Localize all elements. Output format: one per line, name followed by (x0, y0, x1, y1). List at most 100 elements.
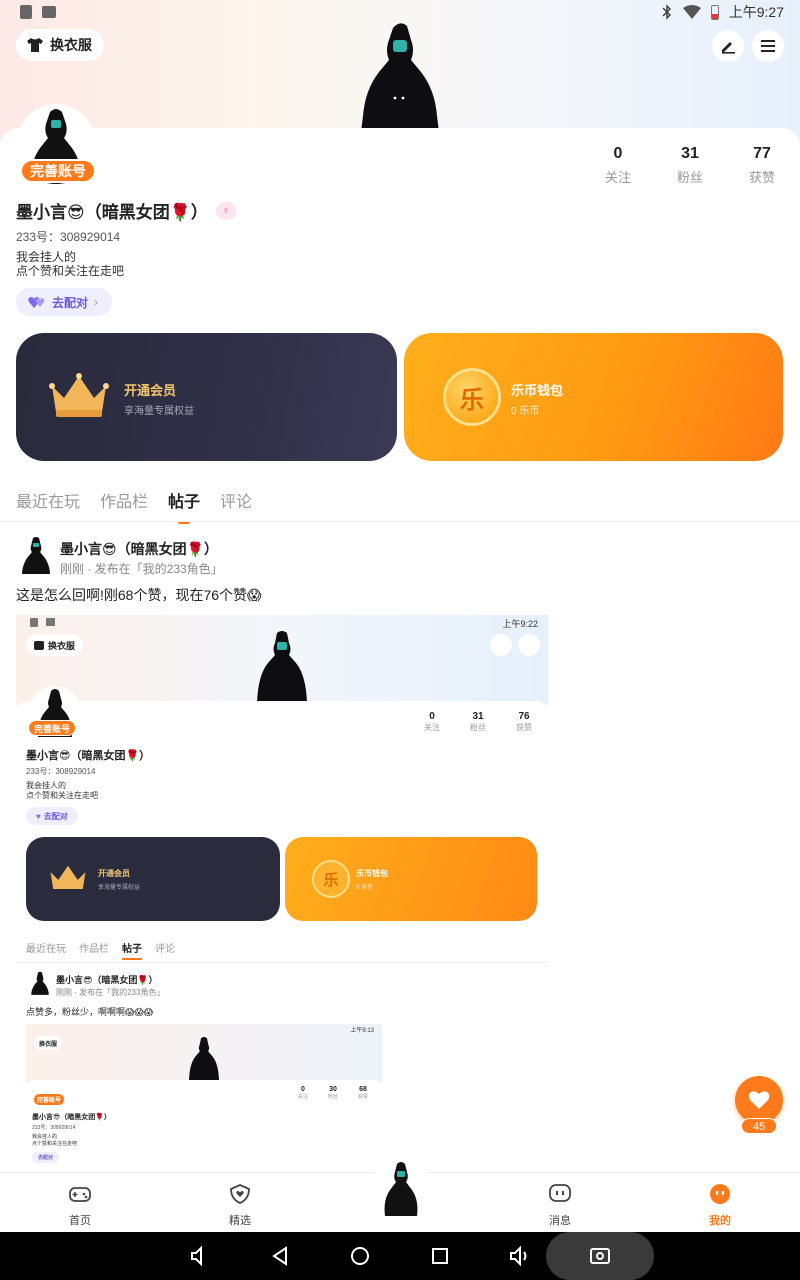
shot-stat-label: 关注 (424, 723, 440, 732)
nav-featured[interactable]: 精选 (200, 1183, 280, 1228)
shot-pair-button: ♥ 去配对 (26, 807, 78, 825)
nav-me[interactable]: 我的 (680, 1183, 760, 1228)
shot-inner-image: 上午9:13 换衣服 0 关注 30 粉丝 68 获赞 完善账号 墨小言😎（暗黑… (26, 1024, 382, 1175)
shot-hearts-icon: ♥ (36, 811, 41, 821)
shot-coin-balance: 0 乐币 (356, 885, 374, 891)
inner-bio: 我会挂人的 点个赞和关注在走吧 (32, 1134, 77, 1148)
post-author-avatar[interactable] (20, 536, 52, 574)
user-id: 233号：308929014 (16, 230, 121, 244)
shot-stat-following: 0 关注 (416, 711, 448, 733)
inner-stat-number: 68 (359, 1086, 367, 1093)
status-bar: 上午9:27 (0, 0, 800, 24)
edit-button[interactable] (712, 30, 744, 62)
stat-likes[interactable]: 77 获赞 (742, 145, 782, 186)
bio-line-1: 我会挂人的 (16, 250, 77, 264)
inner-bio-line-2: 点个赞和关注在走吧 (32, 1141, 78, 1147)
go-pair-label: 去配对 (52, 295, 89, 310)
volume-down-icon[interactable] (188, 1244, 212, 1268)
shot-tab-recent: 最近在玩 (26, 944, 66, 955)
shot-stat-number: 76 (518, 711, 530, 722)
shot-shirt-icon (34, 640, 44, 650)
gallery-icon (42, 6, 56, 18)
profile-tabs: 最近在玩 作品栏 帖子 评论 (16, 488, 252, 516)
shot-tab-posts: 帖子 (122, 940, 142, 960)
shot-post-text: 点赞多，粉丝少，啊啊啊😱😱😱 (26, 1007, 154, 1017)
menu-button[interactable] (752, 30, 784, 62)
hearts-icon (28, 297, 45, 308)
screenshot-icon[interactable] (588, 1244, 612, 1268)
inner-stat-followers: 30 粉丝 (322, 1086, 344, 1100)
shot-notification-icon (30, 618, 38, 627)
shot-stat-followers: 31 粉丝 (462, 711, 494, 733)
profile-stats: 0 关注 31 粉丝 77 获赞 (598, 145, 782, 186)
shot-stat-number: 31 (472, 711, 484, 722)
shot-divider (16, 962, 548, 963)
tab-works[interactable]: 作品栏 (100, 488, 148, 516)
shot-user-id: 233号：308929014 (26, 767, 96, 776)
back-icon[interactable] (268, 1244, 292, 1268)
complete-account-badge[interactable]: 完善账号 (20, 159, 96, 183)
shot-vip-title: 开通会员 (98, 869, 130, 878)
pencil-icon (722, 42, 735, 54)
shot-outfit-label: 换衣服 (48, 640, 76, 651)
female-gender-icon: ♀ (215, 201, 236, 220)
bio: 我会挂人的 点个赞和关注在走吧 (16, 250, 124, 278)
inner-stat-number: 30 (329, 1086, 337, 1093)
shot-pair-label: 去配对 (43, 811, 68, 821)
like-button[interactable] (735, 1076, 783, 1124)
change-outfit-button[interactable]: 换衣服 (16, 29, 104, 61)
chat-icon (549, 1184, 571, 1202)
shot-character-figure (257, 631, 307, 703)
stat-number: 0 (613, 145, 623, 162)
shot-stat-number: 0 (429, 711, 435, 722)
nav-messages[interactable]: 消息 (520, 1183, 600, 1228)
tab-posts[interactable]: 帖子 (168, 488, 200, 516)
shot-post-avatar (31, 971, 49, 995)
shot-menu-button (518, 634, 540, 656)
vip-title: 开通会员 (124, 383, 177, 398)
shot-post-meta: 刚刚 · 发布在「我的233角色」 (56, 988, 165, 997)
home-icon[interactable] (348, 1244, 372, 1268)
wifi-icon (682, 5, 701, 19)
character-avatar-figure[interactable] (355, 20, 445, 132)
stat-followers[interactable]: 31 粉丝 (670, 145, 710, 186)
post-image[interactable]: 上午9:22 换衣服 完善账号 0 关注 31 粉丝 76 获赞 墨小言😎（暗黑… (16, 615, 548, 1175)
coin-balance: 0 乐币 (511, 406, 540, 417)
inner-status-time: 上午9:13 (350, 1028, 374, 1034)
post-meta: 刚刚 · 发布在「我的233角色」 (60, 562, 223, 576)
notification-icon (20, 5, 32, 19)
stat-label: 关注 (604, 170, 631, 185)
shot-post-author: 墨小言😎（暗黑女团🌹） (56, 975, 158, 985)
tab-comments[interactable]: 评论 (220, 488, 252, 516)
nav-me-label: 我的 (709, 1215, 731, 1227)
post-text: 这是怎么回啊!刚68个赞，现在76个赞😱 (16, 587, 262, 603)
post-author-name[interactable]: 墨小言😎（暗黑女团🌹） (60, 539, 218, 559)
bluetooth-icon (662, 4, 671, 20)
shot-stat-label: 获赞 (516, 723, 532, 732)
shot-tab-comments: 评论 (155, 944, 175, 955)
inner-complete-badge: 完善账号 (34, 1094, 65, 1105)
heart-shield-icon (230, 1184, 250, 1204)
shot-vip-subtitle: 享海量专属权益 (98, 885, 141, 891)
shot-bio: 我会挂人的 点个赞和关注在走吧 (26, 781, 98, 801)
le-coin-icon: 乐 (443, 368, 501, 426)
recents-icon[interactable] (428, 1244, 452, 1268)
tab-recent-played[interactable]: 最近在玩 (16, 488, 80, 516)
nav-messages-label: 消息 (549, 1215, 571, 1227)
shot-complete-badge: 完善账号 (28, 720, 77, 736)
shot-tab-works: 作品栏 (79, 944, 109, 955)
system-navigation-bar (0, 1232, 800, 1280)
go-pair-button[interactable]: 去配对 › (16, 288, 113, 316)
inner-bio-line-1: 我会挂人的 (32, 1134, 58, 1140)
shot-stat-label: 粉丝 (470, 723, 486, 732)
center-avatar-button[interactable] (372, 1156, 430, 1220)
volume-up-icon[interactable] (508, 1244, 532, 1268)
username: 墨小言😎（暗黑女团🌹） ♀ (16, 198, 236, 223)
stat-number: 77 (753, 145, 771, 162)
shot-outfit-button: 换衣服 (26, 634, 84, 656)
nav-home[interactable]: 首页 (40, 1183, 120, 1228)
inner-stat-label: 获赞 (357, 1094, 368, 1100)
inner-stat-label: 粉丝 (327, 1094, 338, 1100)
stat-following[interactable]: 0 关注 (598, 145, 638, 186)
stat-number: 31 (681, 145, 699, 162)
